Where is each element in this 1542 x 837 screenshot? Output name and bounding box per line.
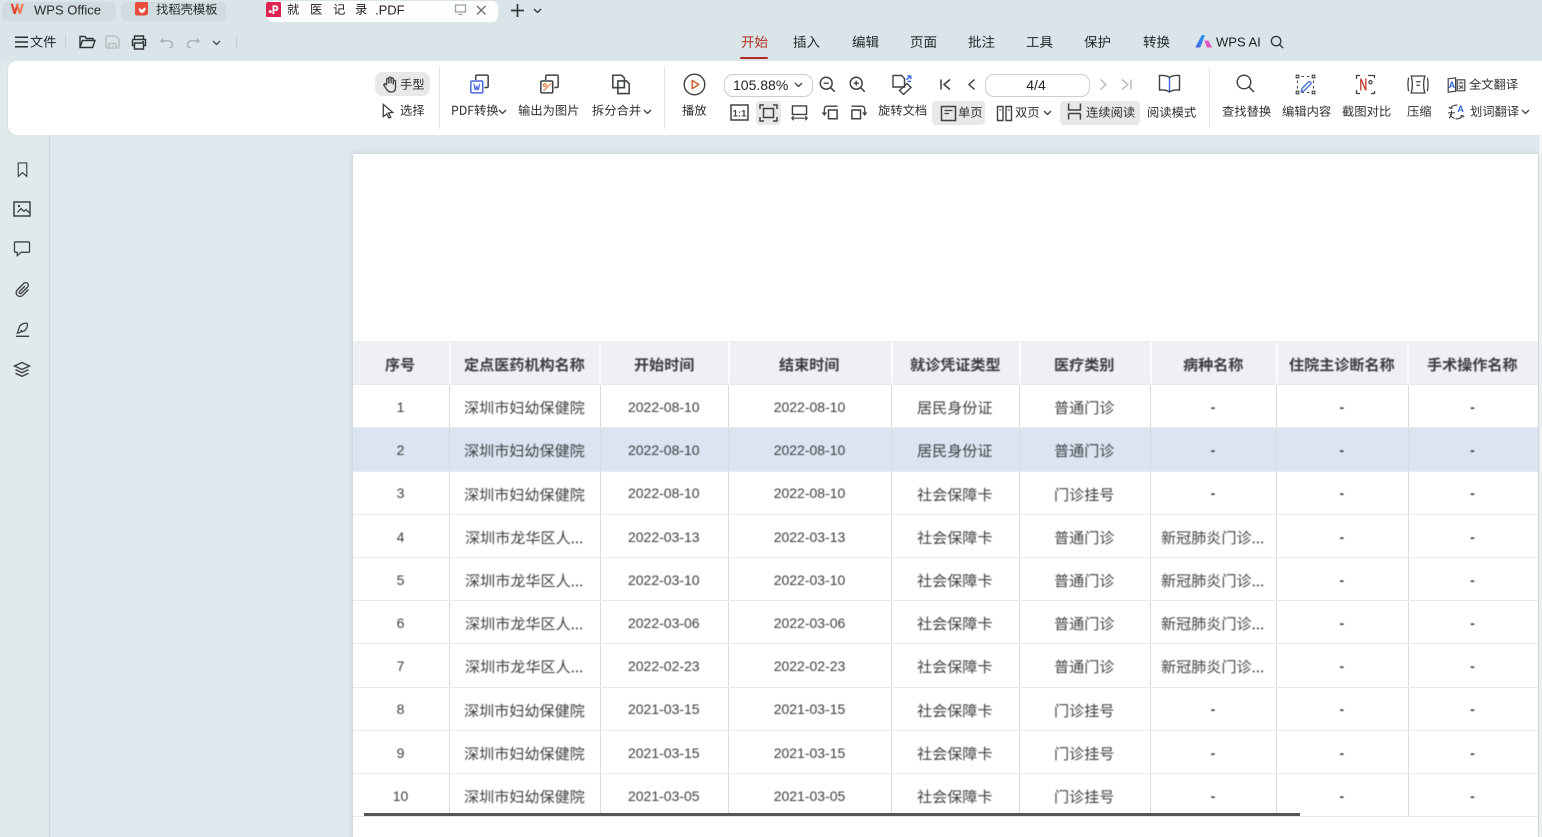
svg-text:A: A [1449,80,1456,90]
svg-text:1:1: 1:1 [732,108,746,119]
svg-text:A: A [1457,104,1464,114]
